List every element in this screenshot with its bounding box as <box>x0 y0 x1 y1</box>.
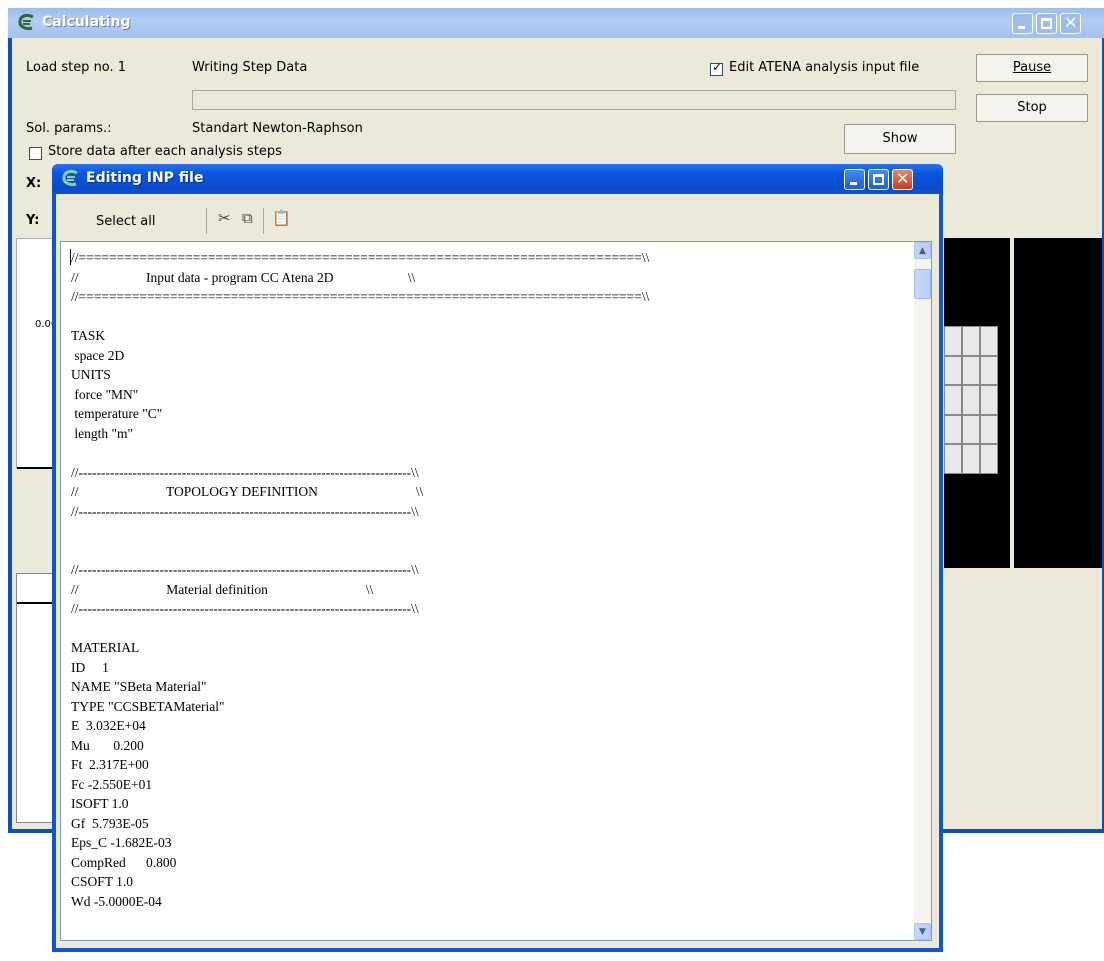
edit-input-checkbox-label[interactable]: Edit ATENA analysis input file <box>729 60 919 75</box>
results-view-panel <box>1014 238 1102 568</box>
inp-line: //--------------------------------------… <box>71 503 419 519</box>
mesh-cell <box>962 444 980 474</box>
sol-params-value: Standart Newton-Raphson <box>192 121 363 136</box>
inp-line: Mu 0.200 <box>71 737 144 753</box>
mesh-cell <box>980 444 998 474</box>
inp-line: NAME "SBeta Material" <box>71 679 207 694</box>
mesh-cell <box>980 385 998 415</box>
mesh-cell <box>944 326 962 356</box>
scroll-down-arrow-icon[interactable]: ▼ <box>914 923 931 940</box>
mesh-cell <box>944 414 962 445</box>
inp-line: TYPE "CCSBETAMaterial" <box>71 698 225 714</box>
atena-app-icon <box>62 169 78 186</box>
inp-line: ID 1 <box>71 659 109 675</box>
show-button-label: Show <box>882 131 918 146</box>
copy-icon[interactable]: ⧉ <box>242 209 253 227</box>
toolbar-separator <box>263 208 264 234</box>
maximize-button[interactable] <box>868 169 889 190</box>
store-data-checkbox-label[interactable]: Store data after each analysis steps <box>48 144 282 159</box>
atena-app-icon <box>18 13 34 30</box>
select-all-button[interactable]: Select all <box>96 214 155 229</box>
status-text: Writing Step Data <box>192 60 308 75</box>
cut-icon[interactable]: ✂ <box>218 209 231 227</box>
editing-inp-window: Editing INP file ✕ Select all ✂ ⧉ 📋 //==… <box>52 164 943 952</box>
inp-line: //--------------------------------------… <box>71 464 419 480</box>
mesh-cell <box>980 414 998 445</box>
inp-line: // Material definition \\ <box>71 581 374 597</box>
x-coordinate-label: X: <box>26 176 42 191</box>
inp-line: Fc -2.550E+01 <box>71 776 153 792</box>
inp-line: //--------------------------------------… <box>71 562 419 577</box>
pause-button[interactable]: Pause <box>976 54 1088 82</box>
inp-line: UNITS <box>71 367 111 382</box>
inp-file-content: //======================================… <box>71 248 649 911</box>
paste-icon[interactable]: 📋 <box>272 209 291 227</box>
scroll-thumb[interactable] <box>914 269 931 299</box>
mesh-grid <box>944 326 998 474</box>
store-data-checkbox[interactable] <box>29 147 42 160</box>
minimize-button[interactable] <box>844 169 865 190</box>
inp-line: //--------------------------------------… <box>71 601 419 616</box>
stop-button-label: Stop <box>1017 100 1047 115</box>
inp-line: //======================================… <box>71 250 650 265</box>
inp-line: Eps_C -1.682E-03 <box>71 835 172 850</box>
inp-line: length "m" <box>71 425 134 441</box>
inp-text-editor[interactable]: //======================================… <box>60 241 932 941</box>
minimize-icon <box>850 182 857 185</box>
inp-line: MATERIAL <box>71 640 140 655</box>
editing-inp-client-area: Select all ✂ ⧉ 📋 //=====================… <box>56 194 939 948</box>
toolbar-separator <box>206 208 207 234</box>
load-step-label: Load step no. 1 <box>26 60 127 75</box>
select-all-label: Select all <box>96 214 156 229</box>
check-mark-icon: ✓ <box>712 60 723 74</box>
maximize-icon <box>1041 18 1052 29</box>
calculating-titlebar[interactable]: Calculating ✕ <box>8 8 1104 38</box>
calculating-title: Calculating <box>42 14 131 30</box>
maximize-icon <box>873 174 884 185</box>
mesh-cell <box>980 355 998 386</box>
mesh-cell <box>962 414 980 445</box>
mesh-cell <box>944 355 962 386</box>
inp-line: ISOFT 1.0 <box>71 796 129 811</box>
inp-line: CSOFT 1.0 <box>71 874 134 889</box>
mesh-cell <box>980 326 998 356</box>
inp-line: space 2D <box>71 347 125 363</box>
inp-line: CompRed 0.800 <box>71 854 177 870</box>
close-button[interactable]: ✕ <box>892 169 913 190</box>
close-button[interactable]: ✕ <box>1060 13 1081 34</box>
inp-line: E 3.032E+04 <box>71 718 146 733</box>
inp-line: Gf 5.793E-05 <box>71 815 149 831</box>
minimize-button[interactable] <box>1012 13 1033 34</box>
mesh-cell <box>962 355 980 386</box>
close-icon: ✕ <box>1064 13 1078 32</box>
scroll-up-arrow-icon[interactable]: ▲ <box>914 242 931 259</box>
show-button[interactable]: Show <box>844 124 956 154</box>
mesh-cell <box>962 385 980 415</box>
inp-line: // TOPOLOGY DEFINITION \\ <box>71 484 424 499</box>
inp-line: Wd -5.0000E-04 <box>71 893 162 909</box>
pause-button-label: Pause <box>1012 60 1052 75</box>
y-coordinate-label: Y: <box>26 213 40 228</box>
mesh-cell <box>944 385 962 415</box>
progress-bar <box>192 90 956 110</box>
minimize-icon <box>1018 26 1025 29</box>
stop-button[interactable]: Stop <box>976 94 1088 122</box>
inp-line: TASK <box>71 328 106 343</box>
inp-line: Ft 2.317E+00 <box>71 757 149 772</box>
editing-inp-titlebar[interactable]: Editing INP file ✕ <box>52 164 943 194</box>
vertical-scrollbar[interactable]: ▲ ▼ <box>914 242 931 940</box>
editing-inp-title: Editing INP file <box>86 170 204 186</box>
close-icon: ✕ <box>896 169 910 188</box>
mesh-cell <box>962 326 980 356</box>
mesh-cell <box>944 444 962 474</box>
edit-input-checkbox[interactable]: ✓ <box>710 60 723 76</box>
mesh-view-panel <box>944 238 1010 568</box>
inp-line: //======================================… <box>71 289 650 304</box>
inp-line: temperature "C" <box>71 406 163 421</box>
inp-line: force "MN" <box>71 386 139 402</box>
maximize-button[interactable] <box>1036 13 1057 34</box>
inp-line: // Input data - program CC Atena 2D \\ <box>71 269 416 285</box>
sol-params-label: Sol. params.: <box>26 121 112 136</box>
